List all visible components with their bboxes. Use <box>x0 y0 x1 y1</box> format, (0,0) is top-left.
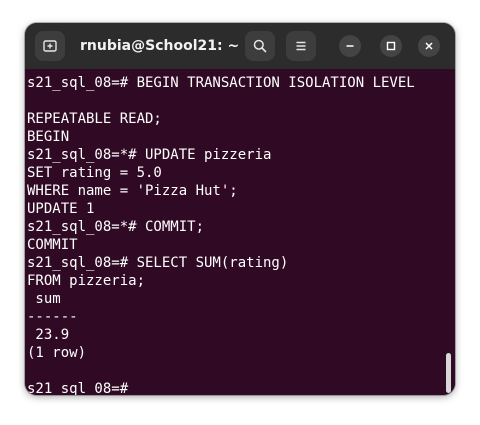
new-tab-icon <box>43 40 57 52</box>
terminal-line: s21_sql_08=# SELECT SUM(rating) <box>27 255 289 271</box>
terminal-output-area[interactable]: s21_sql_08=# BEGIN TRANSACTION ISOLATION… <box>25 69 455 395</box>
terminal-line: SET rating = 5.0 <box>27 165 162 181</box>
terminal-prompt-line[interactable]: s21_sql_08=# <box>27 380 415 395</box>
menu-button[interactable] <box>286 31 316 61</box>
terminal-line: s21_sql_08=# BEGIN TRANSACTION ISOLATION… <box>27 75 415 91</box>
terminal-line: s21_sql_08=*# UPDATE pizzeria <box>27 147 272 163</box>
terminal-line: BEGIN <box>27 129 70 145</box>
maximize-icon <box>386 41 396 51</box>
terminal-line: ------ <box>27 309 78 325</box>
terminal-line: (1 row) <box>27 345 87 361</box>
title-bar[interactable]: rnubia@School21: ~ <box>25 23 455 69</box>
terminal-window: rnubia@School21: ~ s21_sql_08=# BEGIN TR… <box>25 23 455 395</box>
terminal-line: COMMIT <box>27 237 78 253</box>
terminal-line: s21_sql_08=*# COMMIT; <box>27 219 205 235</box>
vertical-scrollbar[interactable] <box>446 353 451 393</box>
terminal-line: WHERE name = 'Pizza Hut'; <box>27 183 238 199</box>
search-icon <box>253 39 267 53</box>
maximize-button[interactable] <box>380 35 402 57</box>
hamburger-menu-icon <box>296 41 306 51</box>
terminal-line: REPEATABLE READ; <box>27 111 162 127</box>
window-title: rnubia@School21: ~ <box>80 38 240 54</box>
search-button[interactable] <box>245 31 275 61</box>
terminal-lines: s21_sql_08=# BEGIN TRANSACTION ISOLATION… <box>27 74 415 395</box>
terminal-line: FROM pizzeria; <box>27 273 146 289</box>
new-tab-button[interactable] <box>35 31 65 61</box>
close-icon <box>425 42 433 50</box>
terminal-line: UPDATE 1 <box>27 201 95 217</box>
terminal-line: sum <box>27 291 61 307</box>
terminal-line: 23.9 <box>27 327 70 343</box>
minimize-icon <box>346 45 354 47</box>
close-button[interactable] <box>418 35 440 57</box>
minimize-button[interactable] <box>339 35 361 57</box>
